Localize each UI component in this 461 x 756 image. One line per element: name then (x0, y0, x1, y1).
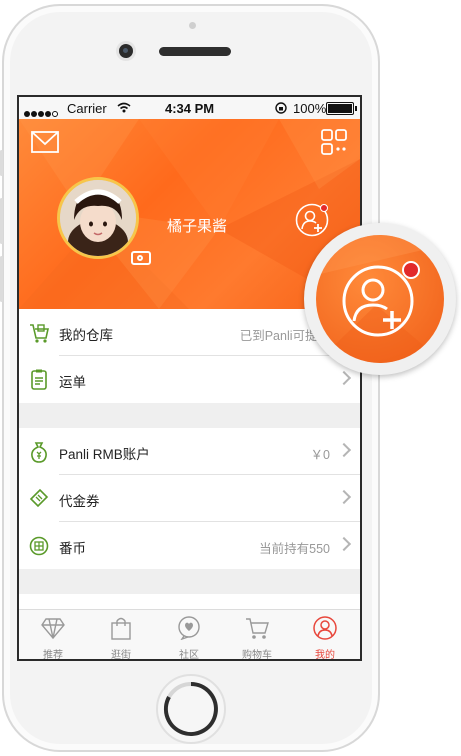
add-friend-icon-enlarged (316, 235, 444, 363)
front-camera (119, 44, 133, 58)
list-item-label: 代金券 (59, 494, 100, 509)
money-bag-icon (31, 442, 47, 463)
username: 橘子果酱 (167, 218, 228, 235)
grid-menu-icon[interactable] (321, 129, 347, 155)
coin-icon (29, 536, 49, 556)
waybill-icon (31, 369, 47, 390)
wifi-icon (117, 102, 131, 113)
carrier-label: Carrier (67, 101, 107, 116)
add-friend-icon[interactable] (295, 203, 329, 237)
battery-icon (326, 102, 357, 115)
tab-cart[interactable]: 购物车 (223, 610, 291, 661)
chevron-right-icon (336, 370, 352, 386)
diamond-icon (41, 618, 65, 640)
user-icon (313, 616, 337, 640)
cart-icon (246, 618, 269, 639)
camera-icon[interactable] (131, 251, 151, 265)
tab-label: 推荐 (43, 650, 63, 661)
app-screen: Carrier 4:34 PM 100% 橘子果酱 我的仓库 已到Panli可提… (17, 95, 362, 661)
tab-label: 逛街 (111, 650, 131, 661)
battery-percent: 100% (293, 101, 327, 116)
chevron-right-icon (336, 489, 352, 505)
signal-icon (24, 105, 59, 120)
list-item-coupon[interactable]: 代金券 (19, 475, 360, 522)
volume-up-button (0, 198, 3, 244)
zoom-callout (304, 223, 456, 375)
list-item-label: Panli RMB账户 (59, 447, 150, 462)
mute-switch (0, 150, 3, 176)
tab-label: 我的 (315, 650, 335, 661)
tab-community[interactable]: 社区 (155, 610, 223, 661)
clock: 4:34 PM (165, 101, 215, 116)
warehouse-icon (30, 324, 49, 343)
tab-bar: 推荐 逛街 社区 购物车 我的 (19, 609, 360, 661)
mail-icon[interactable] (31, 131, 59, 153)
list-item-waybill[interactable]: 运单 (19, 356, 360, 403)
tab-label: 购物车 (242, 650, 272, 661)
list-item-label: 我的仓库 (59, 328, 113, 343)
list-item-label: 运单 (59, 375, 86, 390)
tab-mine[interactable]: 我的 (291, 610, 359, 661)
tab-label: 社区 (179, 650, 199, 661)
list-item-value: 当前持有550 (259, 542, 330, 556)
status-bar: Carrier 4:34 PM 100% (19, 97, 360, 119)
chat-bubble-icon (178, 616, 200, 640)
list-item-value: ￥0 (310, 448, 330, 462)
account-section: Panli RMB账户 ￥0 代金券 番币 当前持有550 (19, 428, 360, 569)
tab-recommend[interactable]: 推荐 (19, 610, 87, 661)
shopping-bag-icon (111, 617, 131, 640)
chevron-right-icon (336, 442, 352, 458)
chevron-right-icon (336, 536, 352, 552)
earpiece-speaker (159, 47, 231, 56)
list-item-rmb-account[interactable]: Panli RMB账户 ￥0 (19, 428, 360, 475)
orientation-lock-icon (275, 102, 287, 114)
avatar[interactable] (57, 177, 139, 259)
avatar-photo (60, 180, 136, 256)
section-peek (19, 594, 360, 609)
loading-ring-icon (163, 682, 218, 736)
list-item-label: 番币 (59, 541, 86, 556)
volume-down-button (0, 256, 3, 302)
list-item-coin[interactable]: 番币 当前持有550 (19, 522, 360, 569)
coupon-icon (29, 488, 49, 508)
sensor-dot (189, 22, 196, 29)
tab-browse[interactable]: 逛街 (87, 610, 155, 661)
zoom-callout-inner (316, 235, 444, 363)
